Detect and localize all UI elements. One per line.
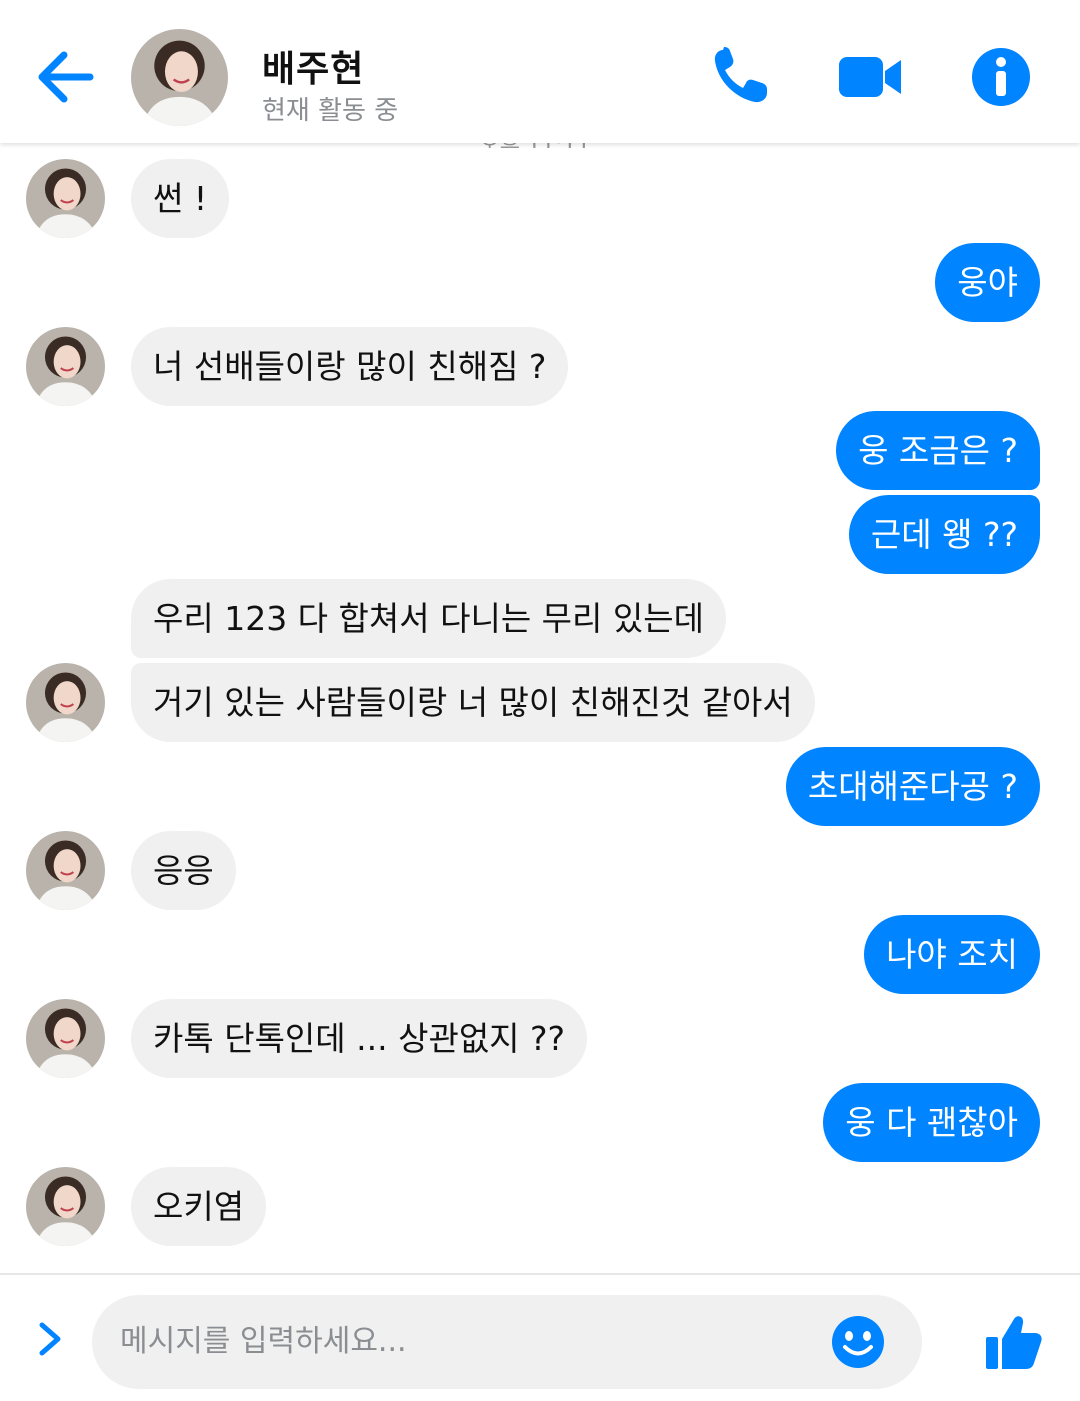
incoming-message[interactable]: 썬 ! [131, 159, 230, 238]
chevron-right-icon[interactable] [30, 1319, 70, 1359]
incoming-message[interactable]: 거기 있는 사람들이랑 너 많이 친해진것 같아서 [131, 663, 815, 742]
outgoing-message[interactable]: 근데 왱 ?? [848, 495, 1040, 574]
info-icon[interactable] [968, 44, 1038, 110]
video-camera-icon[interactable] [835, 44, 905, 110]
incoming-message[interactable]: 우리 123 다 합쳐서 다니는 무리 있는데 [131, 579, 726, 658]
message-input-placeholder: 메시지를 입력하세요... [120, 1324, 407, 1359]
active-status: 현재 활동 중 [262, 96, 399, 126]
thumbs-up-icon[interactable] [982, 1311, 1044, 1373]
incoming-message[interactable]: 응응 [131, 831, 236, 910]
sender-avatar[interactable] [26, 831, 105, 910]
incoming-message[interactable]: 카톡 단톡인데 ... 상관없지 ?? [131, 999, 588, 1078]
composer-bar: 메시지를 입력하세요... [0, 1273, 1080, 1401]
phone-icon[interactable] [707, 44, 777, 110]
incoming-message[interactable]: 너 선배들이랑 많이 친해짐 ? [131, 327, 569, 406]
outgoing-message[interactable]: 초대해준다공 ? [785, 747, 1040, 826]
sender-avatar[interactable] [26, 327, 105, 406]
chat-screen: 배주현 현재 활동 중 오후 11:11 썬 ! 웅야 [0, 0, 1080, 1401]
outgoing-message[interactable]: 나야 조치 [864, 915, 1040, 994]
contact-avatar[interactable] [131, 29, 228, 126]
outgoing-message[interactable]: 웅야 [935, 243, 1040, 322]
incoming-message[interactable]: 오키염 [131, 1167, 267, 1246]
sender-avatar[interactable] [26, 159, 105, 238]
message-input[interactable]: 메시지를 입력하세요... [92, 1295, 922, 1389]
sender-avatar[interactable] [26, 1167, 105, 1246]
outgoing-message[interactable]: 웅 다 괜찮아 [823, 1083, 1040, 1162]
outgoing-message[interactable]: 웅 조금은 ? [836, 411, 1040, 490]
smiley-icon[interactable] [830, 1314, 886, 1370]
sender-avatar[interactable] [26, 663, 105, 742]
contact-name[interactable]: 배주현 [262, 40, 364, 92]
chat-header: 배주현 현재 활동 중 [0, 0, 1080, 143]
back-arrow-icon[interactable] [34, 46, 96, 108]
sender-avatar[interactable] [26, 999, 105, 1078]
